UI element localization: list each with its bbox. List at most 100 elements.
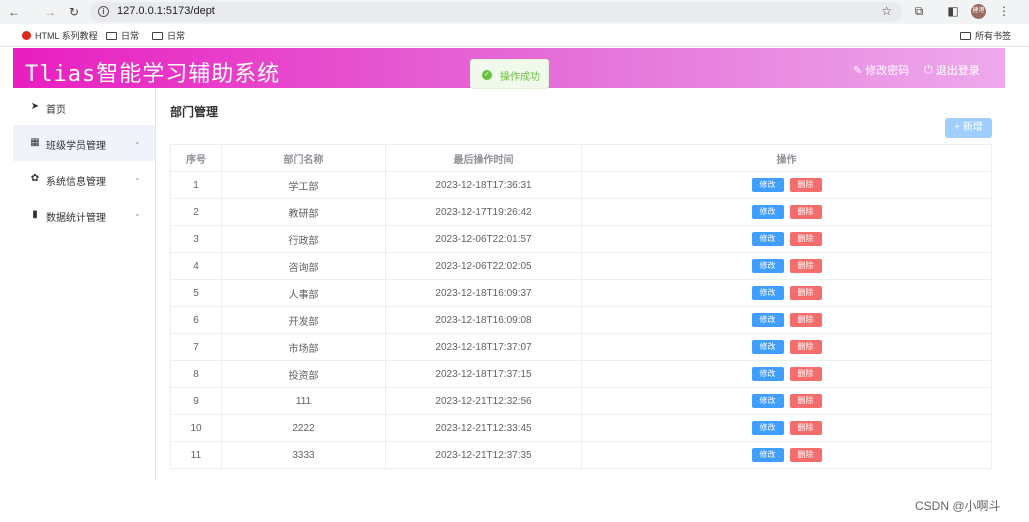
- sidebar-item-home[interactable]: ➤ 首页: [13, 89, 155, 125]
- cell-index: 8: [170, 361, 222, 387]
- cell-update-time: 2023-12-18T16:09:08: [386, 307, 582, 333]
- profile-avatar[interactable]: 建港: [971, 4, 986, 19]
- chevron-down-icon: ⌄: [134, 137, 141, 146]
- edit-button[interactable]: 修改: [751, 394, 784, 408]
- table-row: 4 咨询部 2023-12-06T22:02:05 修改 删除: [170, 253, 992, 280]
- delete-button[interactable]: 删除: [789, 421, 822, 435]
- edit-button[interactable]: 修改: [751, 448, 784, 462]
- url-text[interactable]: 127.0.0.1:5173/dept: [117, 5, 215, 17]
- table-row: 2 教研部 2023-12-17T19:26:42 修改 删除: [170, 199, 992, 226]
- edit-button[interactable]: 修改: [751, 286, 784, 300]
- table-row: 1 学工部 2023-12-18T17:36:31 修改 删除: [170, 172, 992, 199]
- column-header-time: 最后操作时间: [386, 145, 582, 171]
- sidebar-item-statistics[interactable]: ▮ 数据统计管理 ⌄: [13, 197, 155, 233]
- delete-button[interactable]: 删除: [789, 340, 822, 354]
- add-department-button[interactable]: + 新增: [945, 118, 992, 138]
- gear-icon: ✿: [30, 173, 40, 184]
- edit-button[interactable]: 修改: [751, 259, 784, 273]
- delete-button[interactable]: 删除: [789, 394, 822, 408]
- cell-actions: 修改 删除: [582, 172, 992, 198]
- cell-index: 7: [170, 334, 222, 360]
- delete-button[interactable]: 删除: [789, 259, 822, 273]
- cell-department-name: 行政部: [222, 226, 386, 252]
- bookmark-folder-1[interactable]: 日常: [106, 29, 139, 42]
- cell-update-time: 2023-12-21T12:32:56: [386, 388, 582, 414]
- cell-update-time: 2023-12-18T17:36:31: [386, 172, 582, 198]
- browser-toolbar: ← → ↻ i 127.0.0.1:5173/dept ☆ ⧉ ◧ 建港 ⋮: [0, 0, 1029, 24]
- column-header-name: 部门名称: [222, 145, 386, 171]
- cell-index: 9: [170, 388, 222, 414]
- edit-button[interactable]: 修改: [751, 232, 784, 246]
- extensions-icon[interactable]: ⧉: [912, 4, 926, 18]
- cell-actions: 修改 删除: [582, 442, 992, 468]
- folder-icon: [152, 31, 163, 40]
- sidebar-item-class-students[interactable]: ▦ 班级学员管理 ⌄: [13, 125, 155, 161]
- reload-icon[interactable]: ↻: [66, 4, 82, 20]
- menu-kebab-icon[interactable]: ⋮: [997, 4, 1011, 18]
- cell-department-name: 教研部: [222, 199, 386, 225]
- bookmark-folder-2[interactable]: 日常: [152, 29, 185, 42]
- send-icon: ➤: [30, 101, 40, 112]
- cell-department-name: 2222: [222, 415, 386, 441]
- cell-department-name: 3333: [222, 442, 386, 468]
- delete-button[interactable]: 删除: [789, 178, 822, 192]
- sidebar-item-system-info[interactable]: ✿ 系统信息管理 ⌄: [13, 161, 155, 197]
- delete-button[interactable]: 删除: [789, 232, 822, 246]
- sidebar-menu: ➤ 首页 ▦ 班级学员管理 ⌄ ✿ 系统信息管理 ⌄ ▮ 数据统计管理 ⌄: [13, 88, 156, 481]
- cell-index: 6: [170, 307, 222, 333]
- cell-actions: 修改 删除: [582, 415, 992, 441]
- cell-actions: 修改 删除: [582, 226, 992, 252]
- bookmark-html-tutorial[interactable]: HTML 系列教程: [22, 29, 98, 42]
- cell-actions: 修改 删除: [582, 361, 992, 387]
- column-header-actions: 操作: [582, 145, 992, 171]
- cell-actions: 修改 删除: [582, 334, 992, 360]
- cell-department-name: 人事部: [222, 280, 386, 306]
- address-bar[interactable]: i 127.0.0.1:5173/dept ☆: [90, 2, 902, 22]
- site-info-icon[interactable]: i: [98, 6, 109, 17]
- cell-actions: 修改 删除: [582, 253, 992, 279]
- delete-button[interactable]: 删除: [789, 205, 822, 219]
- all-bookmarks[interactable]: 所有书签: [960, 29, 1011, 42]
- toast-text: 操作成功: [500, 72, 540, 83]
- cell-department-name: 咨询部: [222, 253, 386, 279]
- table-row: 7 市场部 2023-12-18T17:37:07 修改 删除: [170, 334, 992, 361]
- edit-button[interactable]: 修改: [751, 340, 784, 354]
- edit-pen-icon: ✎: [853, 64, 863, 77]
- watermark: CSDN @小啊斗: [915, 499, 1001, 513]
- cell-update-time: 2023-12-17T19:26:42: [386, 199, 582, 225]
- table-row: 3 行政部 2023-12-06T22:01:57 修改 删除: [170, 226, 992, 253]
- app-title: Tlias智能学习辅助系统: [25, 62, 281, 87]
- table-header-row: 序号 部门名称 最后操作时间 操作: [170, 145, 992, 172]
- cell-index: 1: [170, 172, 222, 198]
- table-row: 11 3333 2023-12-21T12:37:35 修改 删除: [170, 442, 992, 469]
- cell-index: 2: [170, 199, 222, 225]
- bookmarks-bar: HTML 系列教程 日常 日常 所有书签: [0, 24, 1029, 47]
- folder-icon: [960, 31, 971, 40]
- change-password-link[interactable]: ✎ 修改密码: [853, 62, 909, 78]
- chevron-down-icon: ⌄: [134, 209, 141, 218]
- edit-button[interactable]: 修改: [751, 421, 784, 435]
- edit-button[interactable]: 修改: [751, 178, 784, 192]
- delete-button[interactable]: 删除: [789, 286, 822, 300]
- back-icon[interactable]: ←: [6, 4, 22, 20]
- bar-chart-icon: ▮: [32, 209, 38, 220]
- department-table: 序号 部门名称 最后操作时间 操作 1 学工部 2023-12-18T17:36:3…: [170, 144, 992, 469]
- side-panel-icon[interactable]: ◧: [946, 4, 960, 18]
- edit-button[interactable]: 修改: [751, 205, 784, 219]
- delete-button[interactable]: 删除: [789, 367, 822, 381]
- edit-button[interactable]: 修改: [751, 313, 784, 327]
- cell-index: 4: [170, 253, 222, 279]
- bookmark-star-icon[interactable]: ☆: [881, 4, 892, 18]
- logout-link[interactable]: ⏻ 退出登录: [924, 62, 980, 78]
- edit-button[interactable]: 修改: [751, 367, 784, 381]
- cell-department-name: 111: [222, 388, 386, 414]
- chevron-down-icon: ⌄: [134, 173, 141, 182]
- forward-icon[interactable]: →: [42, 4, 58, 20]
- html-logo-icon: [22, 31, 31, 40]
- table-row: 9 111 2023-12-21T12:32:56 修改 删除: [170, 388, 992, 415]
- delete-button[interactable]: 删除: [789, 448, 822, 462]
- column-header-index: 序号: [170, 145, 222, 171]
- cell-department-name: 市场部: [222, 334, 386, 360]
- delete-button[interactable]: 删除: [789, 313, 822, 327]
- cell-update-time: 2023-12-06T22:01:57: [386, 226, 582, 252]
